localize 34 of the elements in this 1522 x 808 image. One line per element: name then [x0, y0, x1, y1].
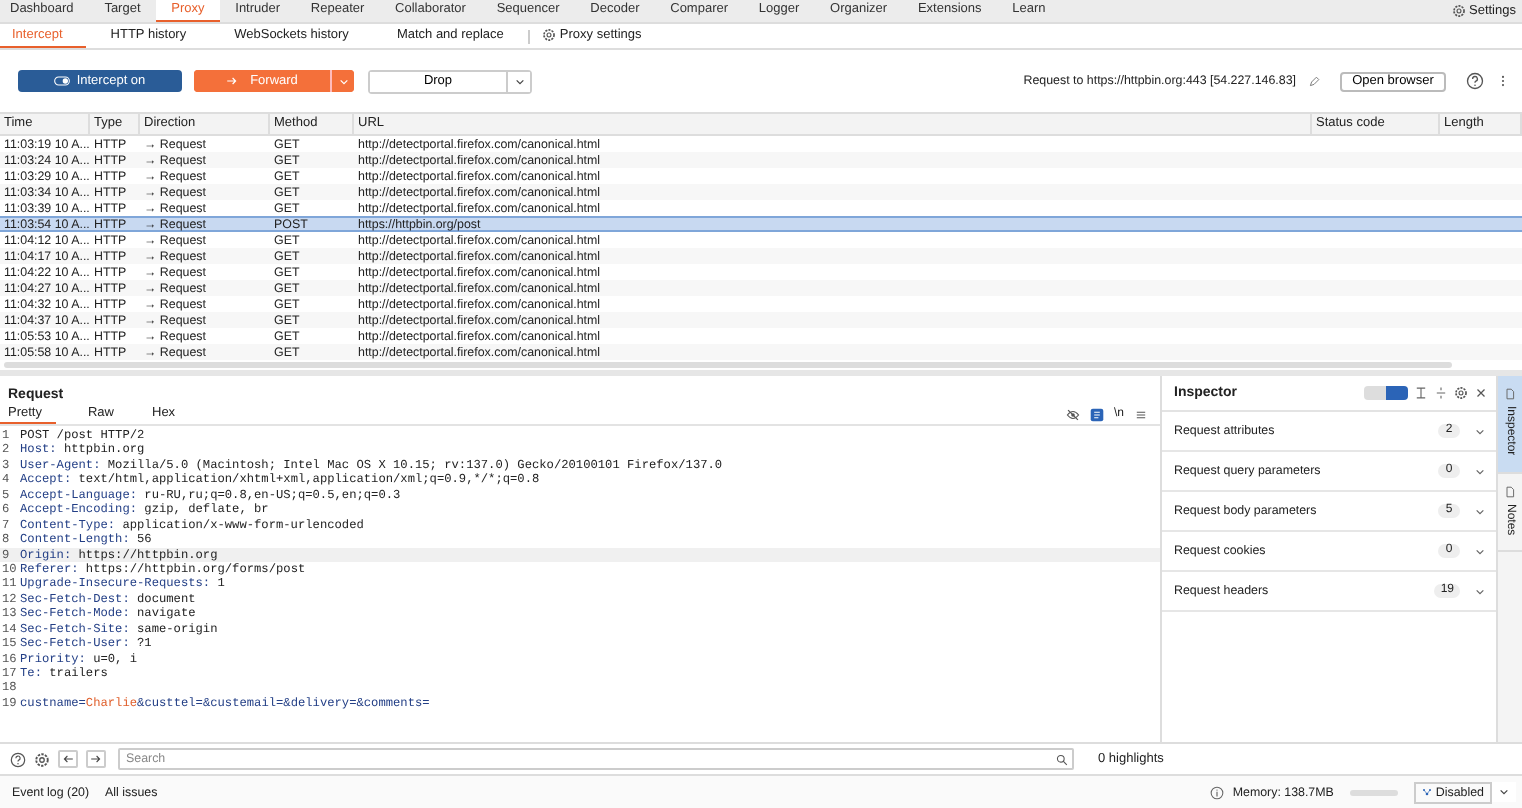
- menu-icon[interactable]: [1134, 407, 1148, 421]
- pencil-icon[interactable]: [1308, 75, 1320, 87]
- arrow-right-icon: [90, 754, 102, 764]
- arrow-left-icon: [62, 754, 74, 764]
- mode-menu-button[interactable]: [1492, 782, 1516, 802]
- chevron-down-icon: [1474, 547, 1486, 555]
- back-button[interactable]: [58, 750, 78, 768]
- settings-icon: [541, 28, 556, 42]
- caret-icon: [513, 77, 525, 85]
- chevron-down-icon: [1474, 427, 1486, 435]
- toggle-icon: [54, 76, 71, 86]
- network-icon: [1421, 787, 1432, 797]
- document-icon: [1504, 485, 1516, 498]
- layout-toggle[interactable]: [1364, 386, 1408, 400]
- settings-icon: [1451, 4, 1465, 18]
- settings-icon[interactable]: [1454, 386, 1468, 400]
- help-icon[interactable]: [1466, 72, 1484, 90]
- info-icon: [1210, 785, 1225, 799]
- drop-menu-button[interactable]: [506, 71, 530, 91]
- document-icon: [1504, 388, 1516, 400]
- close-icon[interactable]: [1474, 386, 1488, 400]
- chevron-down-icon: [1474, 507, 1486, 515]
- arrow-right-icon: [226, 76, 239, 86]
- chevron-down-icon: [1474, 467, 1486, 475]
- help-icon[interactable]: [10, 751, 26, 767]
- settings-icon[interactable]: [34, 751, 50, 767]
- caret-icon: [337, 77, 349, 85]
- search-icon: [1056, 753, 1068, 765]
- formatting-icon[interactable]: [1089, 407, 1104, 421]
- align-icon[interactable]: [1414, 386, 1428, 400]
- chevron-down-icon: [1474, 587, 1486, 595]
- eye-slash-icon[interactable]: [1065, 407, 1080, 421]
- caret-icon: [1498, 788, 1510, 796]
- forward-nav-button[interactable]: [86, 750, 106, 768]
